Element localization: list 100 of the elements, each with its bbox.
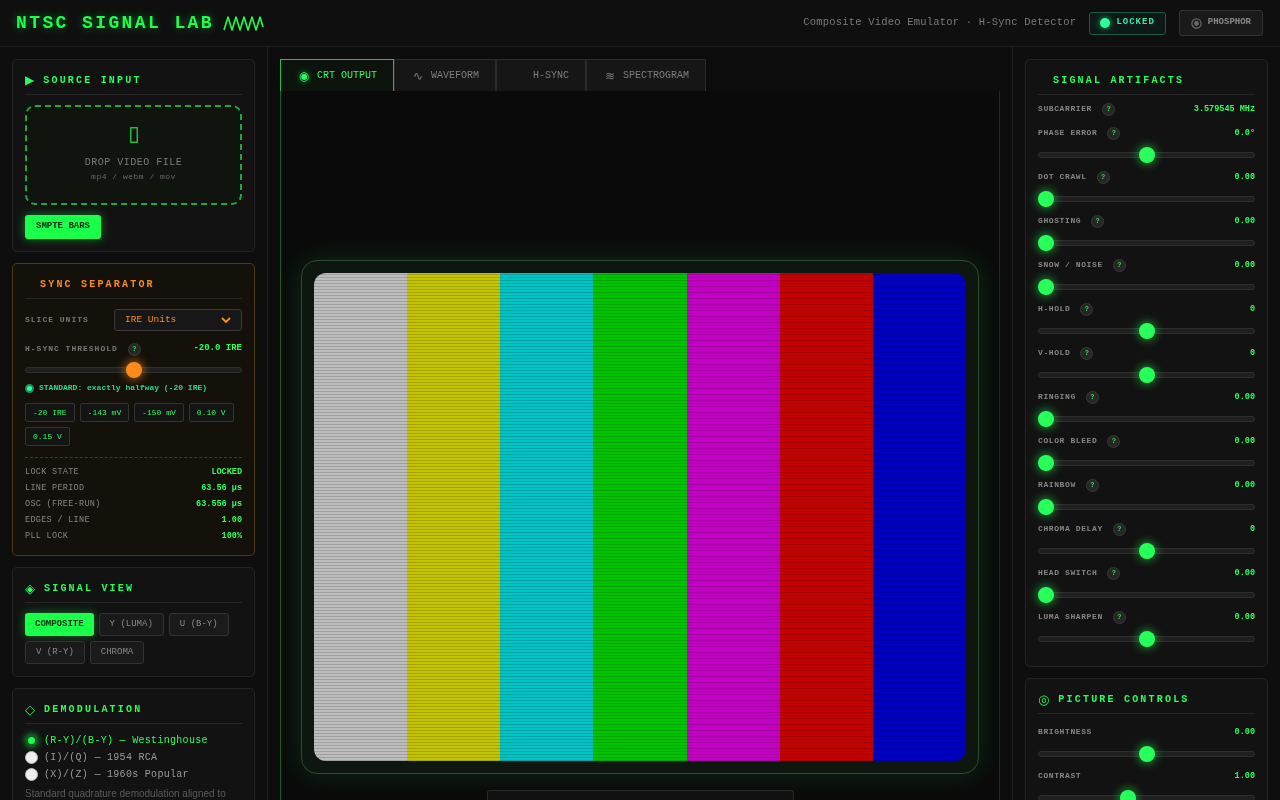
slider[interactable]	[1038, 147, 1255, 163]
parameter-value: 0.00	[1234, 566, 1255, 580]
parameter-value: 0.00	[1234, 725, 1255, 739]
slider[interactable]	[1038, 499, 1255, 515]
stat-label: OSC (FREE-RUN)	[25, 497, 101, 511]
slider[interactable]	[1038, 631, 1255, 647]
section-title: SIGNAL ARTIFACTS	[1053, 73, 1185, 88]
slice-units-select[interactable]: IRE Units	[114, 309, 242, 331]
slider-thumb[interactable]	[125, 362, 142, 378]
demodulation-description: Standard quadrature demodulation aligned to	[25, 787, 227, 800]
slider-thumb[interactable]	[1038, 587, 1054, 603]
slider[interactable]	[1038, 746, 1255, 762]
slider[interactable]	[1038, 191, 1255, 207]
preset-button[interactable]: -150 mV	[134, 403, 184, 422]
chevron-down-icon	[221, 317, 231, 323]
section-title: SOURCE INPUT	[43, 73, 142, 88]
parameter-label: PHASE ERROR	[1038, 127, 1098, 139]
view-mode-button[interactable]: CHROMA	[89, 641, 145, 664]
view-mode-button[interactable]: V (R-Y)	[25, 641, 85, 664]
slider[interactable]	[1038, 323, 1255, 339]
parameter-label: BRIGHTNESS	[1038, 726, 1092, 738]
parameter-value: 0.00	[1234, 434, 1255, 448]
parameter-value: 0.00	[1234, 170, 1255, 184]
slider-thumb[interactable]	[1138, 631, 1155, 647]
view-mode-button[interactable]: COMPOSITE	[25, 613, 94, 636]
parameter-value: 0.00	[1234, 390, 1255, 404]
rectangle-icon	[129, 127, 138, 143]
parameter-label: H-HOLD	[1038, 303, 1071, 315]
phosphor-button[interactable]: PHOSPHOR	[1178, 10, 1263, 36]
view-tab[interactable]: ∿ WAVEFORM	[394, 59, 497, 91]
parameter-label: GHOSTING	[1038, 215, 1082, 227]
preset-button[interactable]: 0.10 V	[188, 403, 234, 422]
slider[interactable]	[1038, 587, 1255, 603]
radio-button[interactable]	[25, 734, 38, 747]
ring-icon	[1190, 17, 1202, 29]
standard-note: STANDARD: exactly halfway (-20 IRE)	[39, 382, 208, 394]
slider-thumb[interactable]	[1038, 235, 1054, 251]
view-tab[interactable]: ≋ SPECTROGRAM	[586, 59, 707, 91]
stat-value: 100%	[221, 529, 242, 543]
slider-thumb[interactable]	[1038, 279, 1054, 295]
section-title: DEMODULATION	[44, 702, 143, 717]
slider[interactable]	[1038, 455, 1255, 471]
diamond-icon: ◈	[25, 581, 35, 595]
play-icon: ▶	[25, 74, 35, 86]
parameter-label: CONTRAST	[1038, 770, 1082, 782]
parameter-label: SUBCARRIER	[1038, 103, 1092, 115]
parameter-value: 3.579545 MHz	[1193, 102, 1255, 116]
view-mode-button[interactable]: Y (LUMA)	[98, 613, 164, 636]
slider-thumb[interactable]	[1138, 543, 1155, 559]
radio-button[interactable]	[25, 751, 38, 764]
preset-button[interactable]: -143 mV	[79, 403, 130, 422]
field-label: SLICE UNITS	[25, 314, 89, 326]
parameter-value: 0.00	[1234, 478, 1255, 492]
status-label: LOCKED	[1116, 16, 1155, 30]
radio-dot-icon: ◉	[298, 69, 310, 82]
slider-thumb[interactable]	[1038, 455, 1054, 471]
slider[interactable]	[1038, 235, 1255, 251]
section-title: SIGNAL VIEW	[44, 581, 135, 596]
parameter-value: 1.00	[1234, 769, 1255, 783]
slider-thumb[interactable]	[1138, 367, 1155, 383]
smpte-bars-button[interactable]: SMPTE BARS	[25, 215, 101, 239]
parameter-label: SNOW / NOISE	[1038, 259, 1103, 271]
slider-thumb[interactable]	[1038, 499, 1054, 515]
drop-zone-label: DROP VIDEO FILE	[84, 156, 183, 170]
stat-label: EDGES / LINE	[25, 513, 90, 527]
view-mode-button[interactable]: U (B-Y)	[168, 613, 229, 636]
sine-wave-icon: ∿	[412, 69, 424, 82]
slider-thumb[interactable]	[1138, 323, 1155, 339]
section-title: PICTURE CONTROLS	[1058, 692, 1190, 707]
preset-button[interactable]: -20 IRE	[25, 403, 75, 422]
slider[interactable]	[25, 362, 242, 378]
parameter-label: H-SYNC THRESHOLD	[25, 343, 118, 355]
stat-value: 1.00	[221, 513, 242, 527]
parameter-label: CHROMA DELAY	[1038, 523, 1103, 535]
preset-button[interactable]: 0.15 V	[25, 427, 70, 446]
radio-label: (R-Y)/(B-Y) — Westinghouse	[44, 734, 208, 748]
parameter-value: 0.00	[1234, 214, 1255, 228]
parameter-label: COLOR BLEED	[1038, 435, 1098, 447]
radio-button[interactable]	[25, 768, 38, 781]
slider[interactable]	[1038, 279, 1255, 295]
view-tab[interactable]: H-SYNC	[496, 59, 587, 91]
slider-thumb[interactable]	[1038, 411, 1054, 427]
parameter-value: 0	[1249, 346, 1255, 360]
parameter-value: 0.00	[1234, 610, 1255, 624]
drop-zone[interactable]: DROP VIDEO FILE mp4 / webm / mov	[25, 105, 242, 205]
slider-thumb[interactable]	[1138, 147, 1155, 163]
target-icon: ◎	[1038, 692, 1050, 706]
slider-thumb[interactable]	[1038, 191, 1054, 207]
view-tab[interactable]: ◉ CRT OUTPUT	[280, 59, 394, 91]
slider[interactable]	[1038, 543, 1255, 559]
parameter-label: V-HOLD	[1038, 347, 1071, 359]
slider[interactable]	[1038, 411, 1255, 427]
radio-label: (I)/(Q) — 1954 RCA	[44, 751, 158, 765]
stat-value: 63.556 µs	[196, 497, 242, 511]
parameter-value: 0.0°	[1234, 126, 1255, 140]
stat-value: 63.56 µs	[201, 481, 242, 495]
slider-thumb[interactable]	[1138, 746, 1155, 762]
file-formats: mp4 / webm / mov	[91, 171, 176, 183]
slider[interactable]	[1038, 367, 1255, 383]
parameter-label: RAINBOW	[1038, 479, 1076, 491]
